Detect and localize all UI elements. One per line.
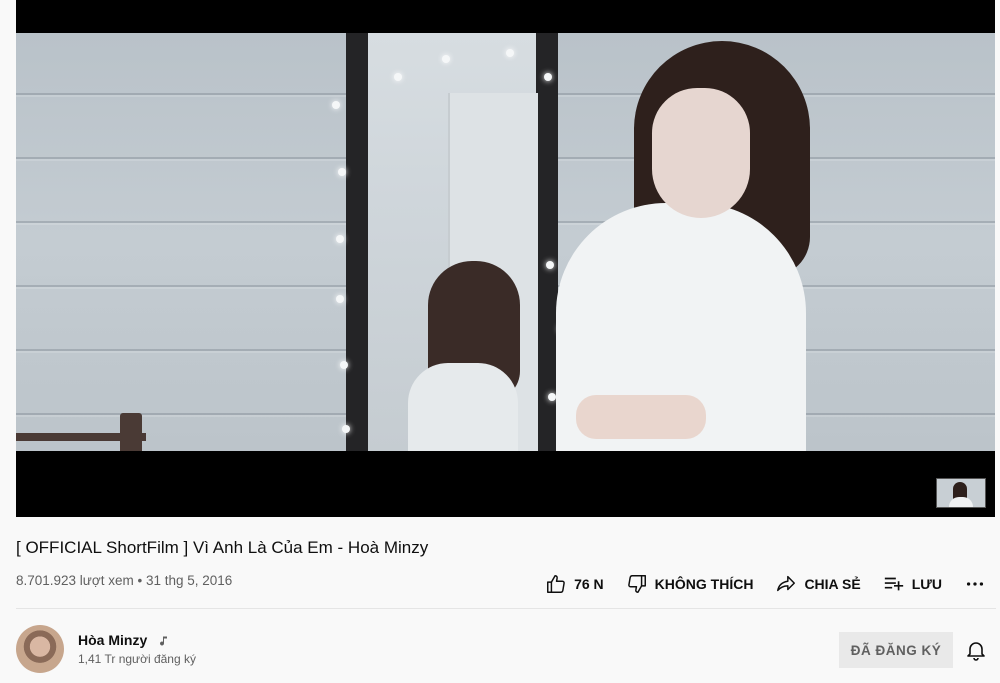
light-bulb <box>332 101 340 109</box>
more-actions-button[interactable] <box>964 573 986 595</box>
light-bulb <box>336 295 344 303</box>
dislike-button[interactable]: KHÔNG THÍCH <box>626 573 754 595</box>
divider <box>16 608 996 609</box>
music-note-icon <box>160 636 168 646</box>
bell-icon <box>967 642 985 661</box>
light-bulb <box>546 261 554 269</box>
channel-name-row[interactable]: Hòa Minzy <box>78 632 169 648</box>
notification-bell-button[interactable] <box>964 638 988 662</box>
woman-arm <box>576 395 706 439</box>
light-bulb <box>442 55 450 63</box>
video-frame[interactable] <box>16 33 995 451</box>
light-bulb <box>340 361 348 369</box>
more-icon <box>966 582 984 586</box>
mirror <box>346 33 558 451</box>
mirror-glass <box>368 33 538 451</box>
light-bulb <box>336 235 344 243</box>
video-meta: 8.701.923 lượt xem • 31 thg 5, 2016 <box>16 573 232 588</box>
video-title: [ OFFICIAL ShortFilm ] Vì Anh Là Của Em … <box>16 538 429 557</box>
share-button[interactable]: CHIA SẺ <box>775 573 861 595</box>
light-bulb <box>544 73 552 81</box>
playlist-add-icon <box>884 577 903 591</box>
channel-avatar[interactable] <box>16 625 64 673</box>
thumbs-down-icon <box>627 575 646 593</box>
video-thumbnail-preview[interactable] <box>936 478 986 508</box>
video-player[interactable] <box>16 0 995 517</box>
save-label: LƯU <box>911 576 942 592</box>
light-bulb <box>506 49 514 57</box>
light-bulb <box>342 425 350 433</box>
save-button[interactable]: LƯU <box>883 573 942 595</box>
light-bulb <box>338 168 346 176</box>
view-count: 8.701.923 lượt xem <box>16 573 134 588</box>
meta-separator: • <box>137 573 143 588</box>
channel-name[interactable]: Hòa Minzy <box>78 632 147 648</box>
upload-date: 31 thg 5, 2016 <box>145 573 233 588</box>
reflection-body <box>408 363 518 451</box>
dislike-label: KHÔNG THÍCH <box>654 576 754 592</box>
subscriber-count: 1,41 Tr người đăng ký <box>78 652 196 666</box>
light-bulb <box>548 393 556 401</box>
share-label: CHIA SẺ <box>804 576 861 592</box>
furniture-rail <box>16 433 146 441</box>
thumbs-up-icon <box>547 575 565 593</box>
woman-face <box>652 88 750 218</box>
action-bar: 76 N KHÔNG THÍCH CHIA SẺ LƯU <box>523 572 986 596</box>
furniture-post <box>120 413 142 451</box>
like-count: 76 N <box>574 576 604 592</box>
subscribed-button[interactable]: ĐÃ ĐĂNG KÝ <box>839 632 953 668</box>
light-bulb <box>394 73 402 81</box>
like-button[interactable]: 76 N <box>545 573 604 595</box>
share-icon <box>777 575 796 592</box>
